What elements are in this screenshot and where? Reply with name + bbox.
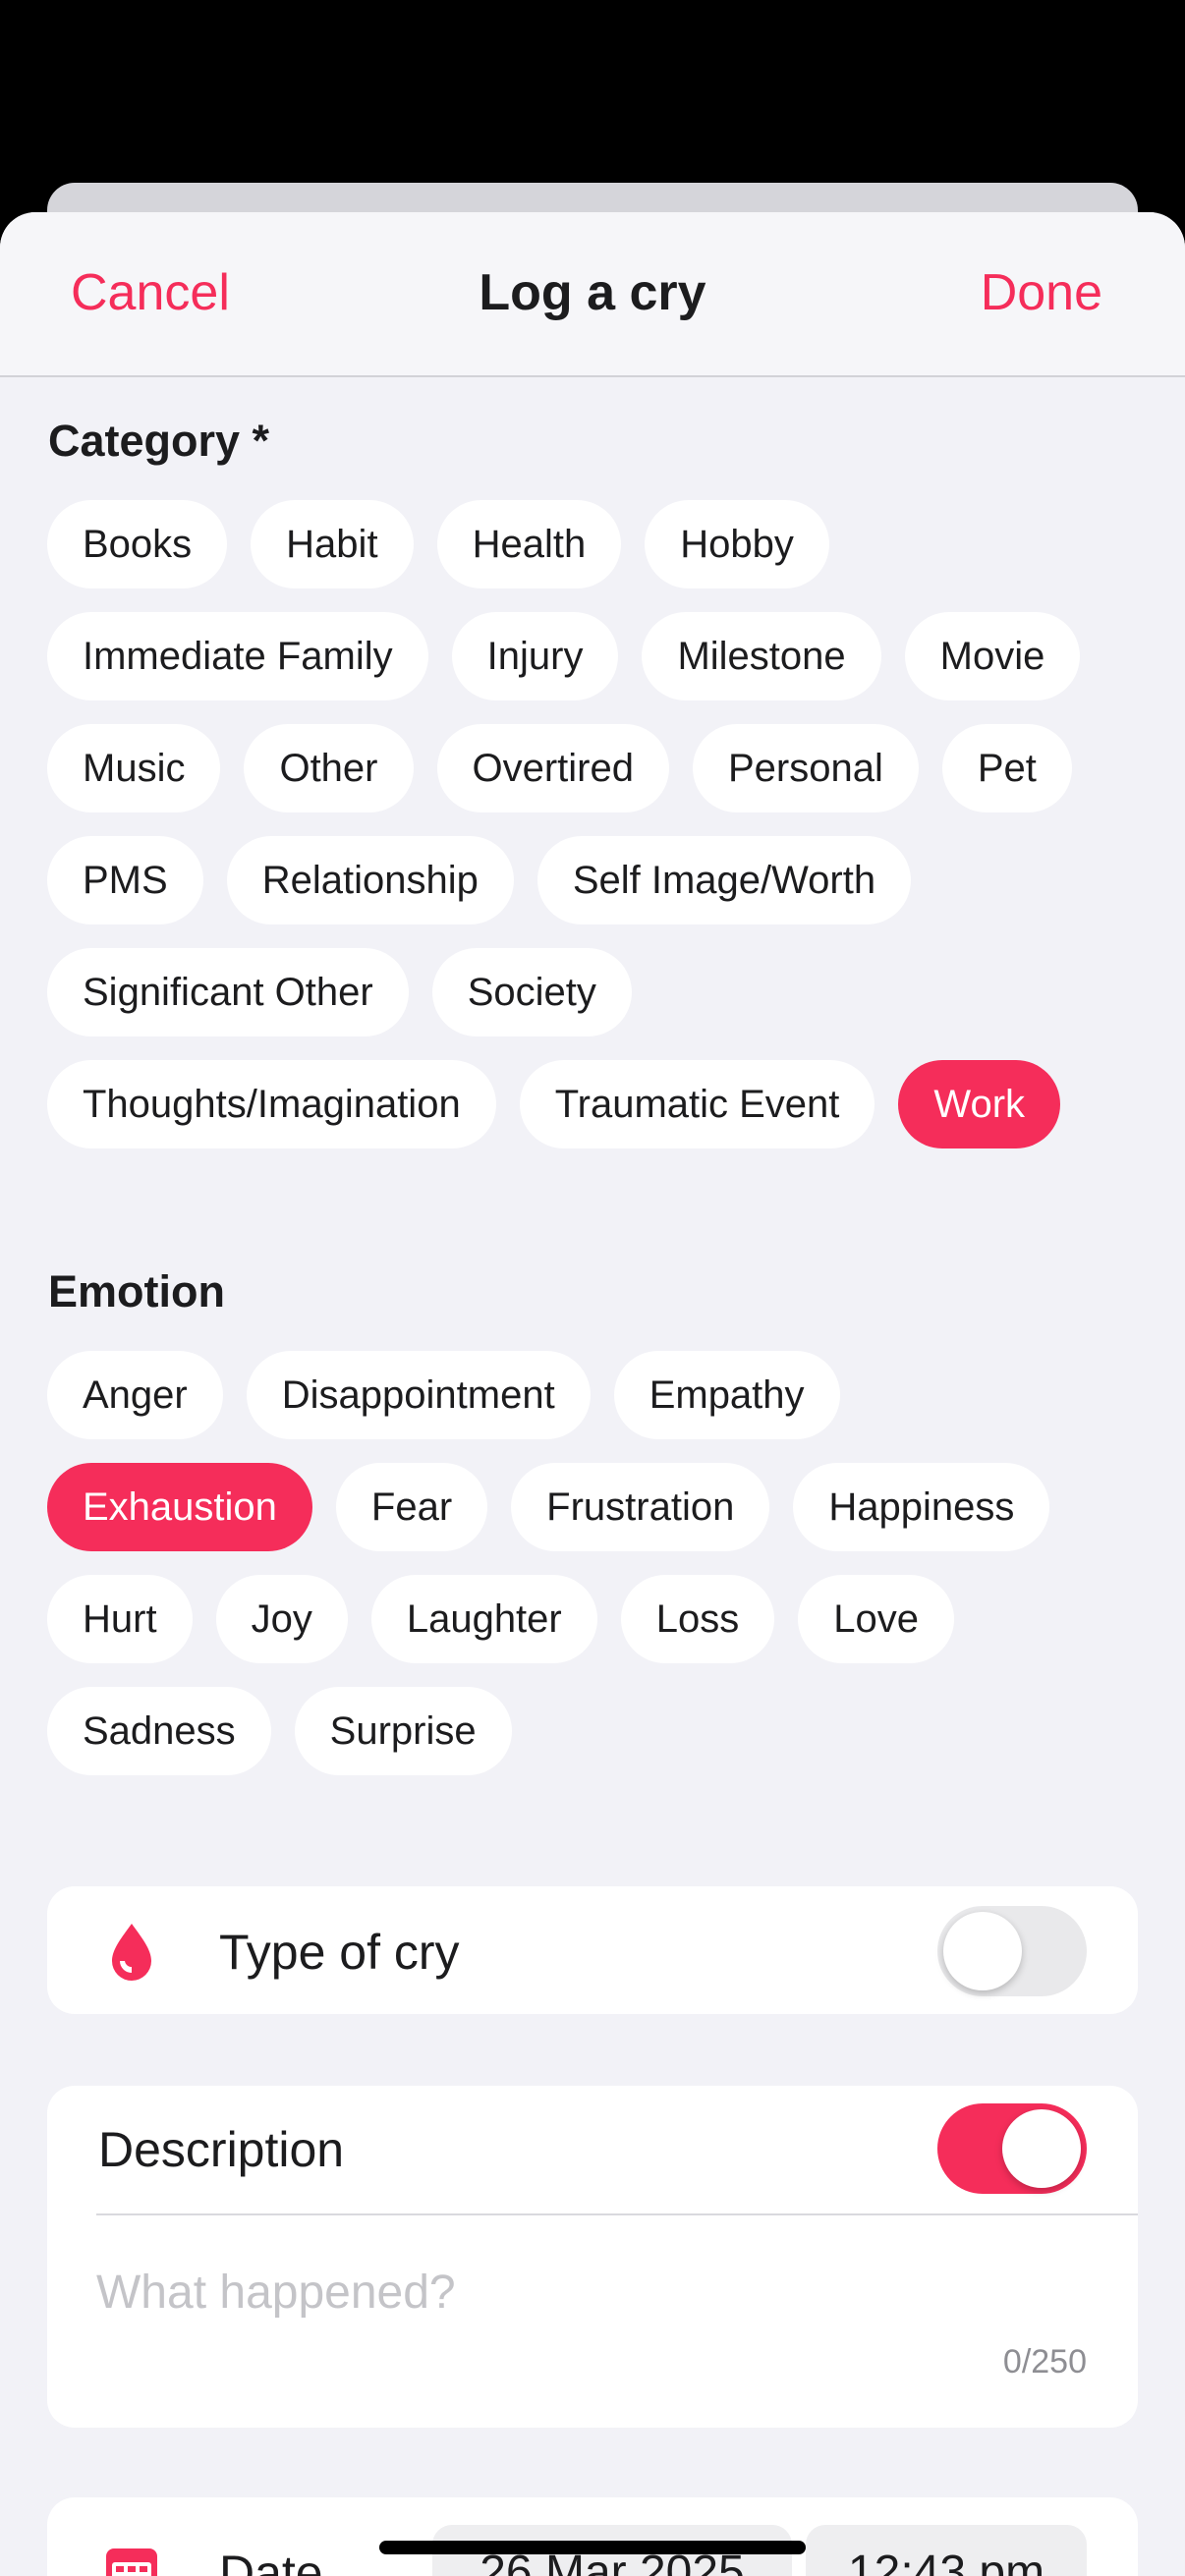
category-chip[interactable]: Personal (693, 724, 919, 812)
emotion-chip-row: Anger Disappointment Empathy (47, 1351, 840, 1439)
toggle-knob (943, 1912, 1022, 1990)
emotion-chip[interactable]: Loss (620, 1575, 775, 1663)
done-button[interactable]: Done (981, 263, 1102, 322)
emotion-chip[interactable]: Joy (215, 1575, 348, 1663)
emotion-chip[interactable]: Disappointment (246, 1351, 591, 1439)
description-toggle[interactable] (937, 2103, 1087, 2194)
emotion-chip[interactable]: Happiness (793, 1463, 1050, 1551)
navigation-bar: Cancel Log a cry Done (0, 212, 1185, 377)
emotion-chip[interactable]: Laughter (370, 1575, 597, 1663)
category-chip[interactable]: Thoughts/Imagination (47, 1060, 496, 1148)
type-of-cry-label: Type of cry (219, 1925, 460, 1980)
emotion-chip[interactable]: Frustration (511, 1463, 770, 1551)
category-chip[interactable]: Work (898, 1060, 1061, 1148)
character-count: 0/250 (1002, 2343, 1087, 2380)
date-label: Date (219, 2546, 323, 2576)
category-chip[interactable]: Movie (904, 612, 1081, 700)
description-input[interactable] (96, 2253, 1079, 2331)
category-chip[interactable]: Injury (451, 612, 619, 700)
emotion-chip[interactable]: Love (798, 1575, 954, 1663)
calendar-icon (106, 2548, 157, 2576)
category-chip[interactable]: Pet (941, 724, 1072, 812)
category-chip[interactable]: Other (244, 724, 414, 812)
category-chip[interactable]: Habit (251, 500, 414, 588)
category-chip-row: Thoughts/Imagination Traumatic Event Work (47, 1060, 1061, 1148)
category-chip-row: Immediate Family Injury Milestone Movie (47, 612, 1081, 700)
home-indicator (379, 2541, 806, 2554)
emotion-chip-row: Hurt Joy Laughter Loss Love (47, 1575, 954, 1663)
type-of-cry-toggle[interactable] (937, 1906, 1087, 1996)
category-chip[interactable]: Health (436, 500, 622, 588)
description-card: Description 0/250 (47, 2086, 1138, 2428)
category-title: Category * (48, 416, 270, 466)
category-chip[interactable]: Significant Other (47, 948, 409, 1036)
category-chip-row: Music Other Overtired Personal Pet (47, 724, 1072, 812)
emotion-chip-row: Sadness Surprise (47, 1687, 512, 1775)
category-chip-row: Significant Other Society (47, 948, 632, 1036)
description-divider (96, 2213, 1138, 2215)
toggle-knob (1002, 2109, 1081, 2188)
drop-icon (112, 1924, 151, 1981)
emotion-chip-row: Exhaustion Fear Frustration Happiness (47, 1463, 1050, 1551)
date-time-row: Date 26 Mar 2025 12:43 pm (47, 2497, 1138, 2576)
category-chip[interactable]: PMS (47, 836, 203, 924)
log-cry-sheet: Cancel Log a cry Done Category * Books Ha… (0, 212, 1185, 2576)
category-chip[interactable]: Milestone (642, 612, 881, 700)
emotion-chip[interactable]: Exhaustion (47, 1463, 312, 1551)
category-chip[interactable]: Immediate Family (47, 612, 428, 700)
category-chip[interactable]: Self Image/Worth (536, 836, 912, 924)
category-chip[interactable]: Society (431, 948, 632, 1036)
category-chip[interactable]: Music (47, 724, 221, 812)
category-chip[interactable]: Relationship (226, 836, 514, 924)
time-picker[interactable]: 12:43 pm (806, 2525, 1087, 2576)
emotion-chip[interactable]: Anger (47, 1351, 223, 1439)
category-chip[interactable]: Overtired (436, 724, 669, 812)
emotion-chip[interactable]: Empathy (613, 1351, 840, 1439)
emotion-chip[interactable]: Fear (335, 1463, 488, 1551)
category-chip[interactable]: Hobby (645, 500, 829, 588)
category-chip-row: Books Habit Health Hobby (47, 500, 829, 588)
description-label: Description (98, 2122, 345, 2177)
type-of-cry-row: Type of cry (47, 1886, 1138, 2014)
category-chip[interactable]: Books (47, 500, 228, 588)
emotion-chip[interactable]: Hurt (47, 1575, 193, 1663)
emotion-chip[interactable]: Sadness (47, 1687, 271, 1775)
emotion-title: Emotion (48, 1266, 225, 1316)
category-chip[interactable]: Traumatic Event (519, 1060, 875, 1148)
emotion-chip[interactable]: Surprise (294, 1687, 512, 1775)
category-chip-row: PMS Relationship Self Image/Worth (47, 836, 912, 924)
